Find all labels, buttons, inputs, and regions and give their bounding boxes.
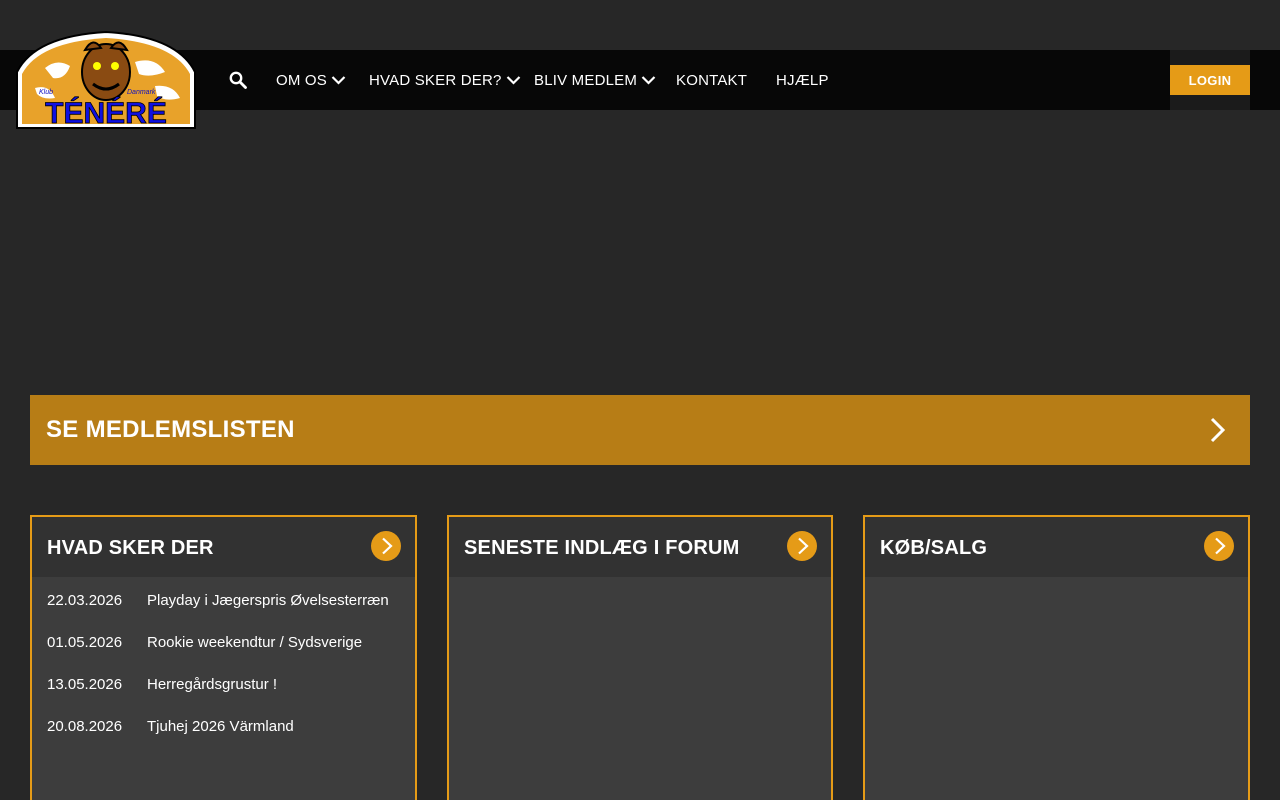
logo-danmark-text: Danmark [127,89,156,96]
chevron-down-icon [641,76,656,85]
list-item[interactable]: 13.05.2026 Herregårdsgrustur ! [47,663,405,705]
event-date: 22.03.2026 [47,591,123,609]
nav-bliv-medlem-label: BLIV MEDLEM [534,71,638,89]
forum-more-button[interactable] [787,531,817,561]
nav-om-os[interactable]: OM OS [276,50,346,110]
buy-sell-card-title: KØB/SALG [880,537,988,559]
chevron-right-icon [382,537,393,555]
events-card-header: HVAD SKER DER [32,517,415,577]
member-list-label: SE MEDLEMSLISTEN [46,416,295,443]
logo-klub-text: Klub [39,89,53,96]
forum-card: SENESTE INDLÆG I FORUM [447,515,833,800]
nav-om-os-label: OM OS [276,71,328,89]
nav-kontakt[interactable]: KONTAKT [676,50,747,110]
event-title: Herregårdsgrustur ! [147,675,278,693]
logo-tenere-text: TÉNÉRÉ [45,96,167,130]
list-item[interactable]: 22.03.2026 Playday i Jægerspris Øvelsest… [47,579,405,621]
event-date: 01.05.2026 [47,633,123,651]
nav-hvad-sker-der-label: HVAD SKER DER? [369,71,502,89]
nav-kontakt-label: KONTAKT [676,71,748,89]
event-date: 20.08.2026 [47,717,123,735]
nav-hjaelp-label: HJÆLP [776,71,829,89]
events-list: 22.03.2026 Playday i Jægerspris Øvelsest… [47,579,405,747]
buy-sell-card: KØB/SALG [863,515,1250,800]
chevron-down-icon [331,76,346,85]
nav-hvad-sker-der[interactable]: HVAD SKER DER? [369,50,521,110]
event-title: Tjuhej 2026 Värmland [147,717,294,735]
member-list-banner[interactable]: SE MEDLEMSLISTEN [30,395,1250,465]
event-title: Playday i Jægerspris Øvelsesterræn [147,591,389,609]
events-card: HVAD SKER DER 22.03.2026 Playday i Jæger… [30,515,417,800]
events-card-title: HVAD SKER DER [47,537,214,559]
chevron-right-icon [1210,417,1226,443]
events-more-button[interactable] [371,531,401,561]
forum-card-header: SENESTE INDLÆG I FORUM [449,517,831,577]
login-button[interactable]: LOGIN [1170,65,1250,95]
nav-hjaelp[interactable]: HJÆLP [776,50,829,110]
chevron-right-icon [798,537,809,555]
login-area: LOGIN [1170,50,1250,110]
list-item[interactable]: 01.05.2026 Rookie weekendtur / Sydsverig… [47,621,405,663]
nav-bliv-medlem[interactable]: BLIV MEDLEM [534,50,656,110]
buy-sell-more-button[interactable] [1204,531,1234,561]
list-item[interactable]: 20.08.2026 Tjuhej 2026 Värmland [47,705,405,747]
event-date: 13.05.2026 [47,675,123,693]
chevron-right-icon [1215,537,1226,555]
buy-sell-card-header: KØB/SALG [865,517,1248,577]
search-icon[interactable] [229,71,247,89]
club-logo[interactable]: Klub Danmark TÉNÉRÉ [15,28,197,130]
chevron-down-icon [506,76,520,85]
event-title: Rookie weekendtur / Sydsverige [147,633,363,651]
forum-card-title: SENESTE INDLÆG I FORUM [464,537,740,559]
